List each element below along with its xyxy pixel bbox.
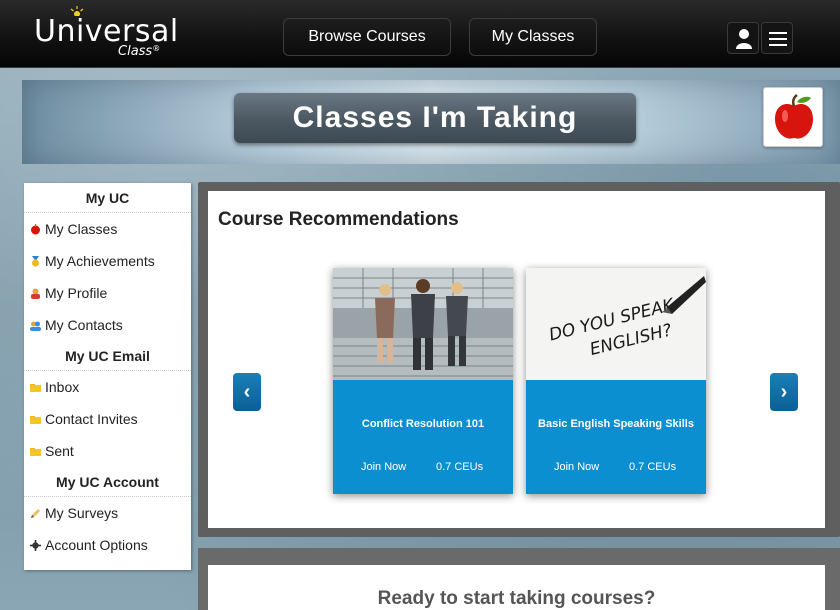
carousel-next-button[interactable]: › (770, 373, 798, 411)
course-card-body: Basic English Speaking Skills Join Now 0… (526, 380, 706, 494)
join-now-link[interactable]: Join Now (554, 461, 599, 473)
user-icon (736, 29, 752, 49)
chevron-right-icon: › (780, 381, 788, 403)
recommendations-title: Course Recommendations (218, 209, 459, 230)
my-classes-button[interactable]: My Classes (469, 18, 597, 56)
sidebar-item-label: Account Options (45, 537, 148, 553)
recommendations-panel (208, 191, 825, 528)
folder-icon (30, 415, 41, 424)
profile-icon (31, 288, 40, 299)
sidebar-item-my-achievements[interactable]: My Achievements (24, 245, 191, 277)
sidebar-item-account-options[interactable]: Account Options (24, 529, 191, 561)
gear-icon (30, 539, 41, 551)
sidebar-item-label: My Contacts (45, 317, 123, 333)
apple-icon (31, 223, 40, 234)
sidebar-item-label: My Profile (45, 285, 108, 301)
folder-icon (30, 447, 41, 456)
folder-icon (30, 383, 41, 392)
sidebar-item-my-classes[interactable]: My Classes (24, 213, 191, 245)
course-title[interactable]: Conflict Resolution 101 (333, 418, 513, 430)
menu-button[interactable] (761, 22, 793, 54)
apple-icon (775, 93, 813, 139)
course-card-body: Conflict Resolution 101 Join Now 0.7 CEU… (333, 380, 513, 494)
top-nav-bar: Universal Class® Browse Courses My Class… (0, 0, 840, 68)
course-image-speak-english: DO YOU SPEAK ENGLISH? (526, 268, 706, 380)
carousel-prev-button[interactable]: ‹ (233, 373, 261, 411)
sidebar-item-inbox[interactable]: Inbox (24, 371, 191, 403)
course-title[interactable]: Basic English Speaking Skills (526, 418, 706, 430)
join-now-link[interactable]: Join Now (361, 461, 406, 473)
sidebar-item-label: Sent (45, 443, 74, 459)
course-image-business-people (333, 268, 513, 380)
ceu-value: 0.7 CEUs (629, 461, 677, 473)
sidebar-item-label: My Achievements (45, 253, 155, 269)
sidebar-item-my-contacts[interactable]: My Contacts (24, 309, 191, 341)
hamburger-icon (769, 32, 787, 46)
browse-courses-button[interactable]: Browse Courses (283, 18, 451, 56)
sidebar-item-label: My Surveys (45, 505, 119, 521)
sidebar-item-contact-invites[interactable]: Contact Invites (24, 403, 191, 435)
apple-badge (763, 87, 823, 147)
course-card-conflict-resolution[interactable]: Conflict Resolution 101 Join Now 0.7 CEU… (333, 268, 513, 494)
ceu-value: 0.7 CEUs (436, 461, 484, 473)
sidebar-item-label: My Classes (45, 221, 118, 237)
sidebar-item-my-profile[interactable]: My Profile (24, 277, 191, 309)
sidebar-heading-my-uc-email: My UC Email (24, 341, 191, 371)
sidebar-item-my-surveys[interactable]: My Surveys (24, 497, 191, 529)
course-card-basic-english[interactable]: DO YOU SPEAK ENGLISH? Basic English Spea… (526, 268, 706, 494)
sidebar-item-label: Contact Invites (45, 411, 138, 427)
medal-icon (32, 255, 39, 266)
user-account-button[interactable] (727, 22, 759, 54)
chevron-left-icon: ‹ (243, 381, 251, 403)
sidebar-item-sent[interactable]: Sent (24, 435, 191, 467)
logo-sub: Class® (118, 44, 161, 59)
pencil-icon (31, 508, 40, 518)
sidebar-heading-my-uc: My UC (24, 183, 191, 213)
sidebar-item-label: Inbox (45, 379, 80, 395)
ready-heading: Ready to start taking courses? (377, 588, 656, 609)
contacts-icon (30, 321, 41, 331)
page-title: Classes I'm Taking (234, 93, 636, 143)
sidebar-heading-my-uc-account: My UC Account (24, 467, 191, 497)
sidebar: My UC My Classes My Achievements My Prof… (24, 183, 191, 570)
